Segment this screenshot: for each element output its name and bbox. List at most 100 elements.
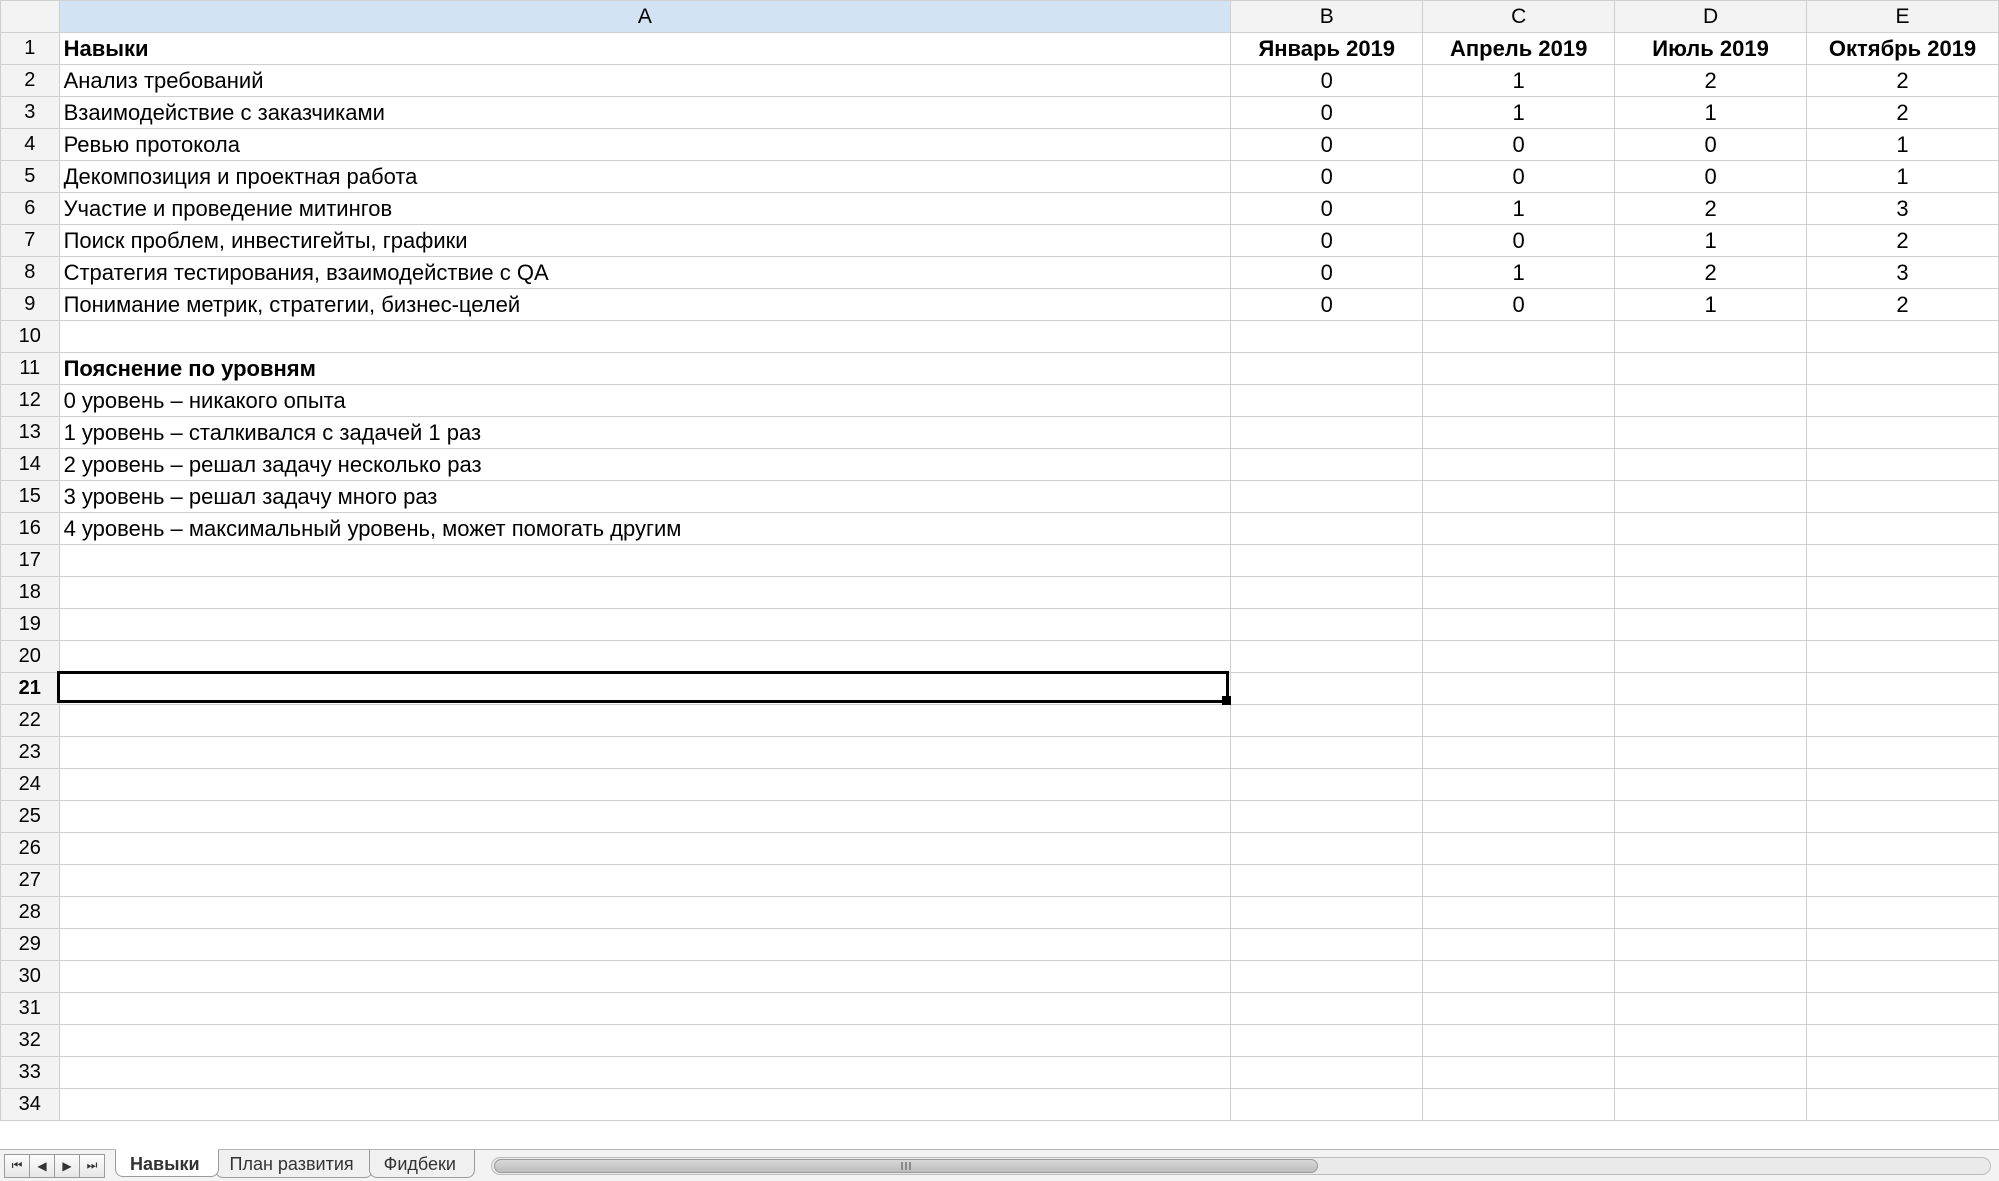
row-header-8[interactable]: 8 (1, 257, 60, 289)
cell-C5[interactable]: 0 (1423, 161, 1615, 193)
cell-A33[interactable] (59, 1057, 1231, 1089)
row-header-14[interactable]: 14 (1, 449, 60, 481)
cell-B5[interactable]: 0 (1231, 161, 1423, 193)
column-header-A[interactable]: A (59, 1, 1231, 33)
cell-E30[interactable] (1807, 961, 1999, 993)
row-header-17[interactable]: 17 (1, 545, 60, 577)
cell-C4[interactable]: 0 (1423, 129, 1615, 161)
cell-D14[interactable] (1615, 449, 1807, 481)
cell-A29[interactable] (59, 929, 1231, 961)
cell-A27[interactable] (59, 865, 1231, 897)
cell-C14[interactable] (1423, 449, 1615, 481)
cell-D22[interactable] (1615, 705, 1807, 737)
cell-A4[interactable]: Ревью протокола (59, 129, 1231, 161)
cell-A28[interactable] (59, 897, 1231, 929)
cell-B33[interactable] (1231, 1057, 1423, 1089)
cell-D15[interactable] (1615, 481, 1807, 513)
cell-D28[interactable] (1615, 897, 1807, 929)
cell-A1[interactable]: Навыки (59, 33, 1231, 65)
cell-B19[interactable] (1231, 609, 1423, 641)
cell-B7[interactable]: 0 (1231, 225, 1423, 257)
cell-B12[interactable] (1231, 385, 1423, 417)
row-header-22[interactable]: 22 (1, 705, 60, 737)
cell-E1[interactable]: Октябрь 2019 (1807, 33, 1999, 65)
cell-D8[interactable]: 2 (1615, 257, 1807, 289)
cell-D2[interactable]: 2 (1615, 65, 1807, 97)
cell-A8[interactable]: Стратегия тестирования, взаимодействие с… (59, 257, 1231, 289)
cell-B6[interactable]: 0 (1231, 193, 1423, 225)
cell-A10[interactable] (59, 321, 1231, 353)
cell-E20[interactable] (1807, 641, 1999, 673)
cell-A5[interactable]: Декомпозиция и проектная работа (59, 161, 1231, 193)
cell-A17[interactable] (59, 545, 1231, 577)
cell-A16[interactable]: 4 уровень – максимальный уровень, может … (59, 513, 1231, 545)
cell-E26[interactable] (1807, 833, 1999, 865)
cell-B25[interactable] (1231, 801, 1423, 833)
cell-E28[interactable] (1807, 897, 1999, 929)
cell-C22[interactable] (1423, 705, 1615, 737)
row-header-1[interactable]: 1 (1, 33, 60, 65)
cell-B27[interactable] (1231, 865, 1423, 897)
row-header-34[interactable]: 34 (1, 1089, 60, 1121)
row-header-32[interactable]: 32 (1, 1025, 60, 1057)
sheet-nav-button-0[interactable]: ⏮ (4, 1154, 30, 1178)
cell-D3[interactable]: 1 (1615, 97, 1807, 129)
cell-C1[interactable]: Апрель 2019 (1423, 33, 1615, 65)
cell-E29[interactable] (1807, 929, 1999, 961)
cell-B31[interactable] (1231, 993, 1423, 1025)
cell-E4[interactable]: 1 (1807, 129, 1999, 161)
cell-E32[interactable] (1807, 1025, 1999, 1057)
cell-B24[interactable] (1231, 769, 1423, 801)
cell-A2[interactable]: Анализ требований (59, 65, 1231, 97)
cell-E17[interactable] (1807, 545, 1999, 577)
sheet-tab-0[interactable]: Навыки (115, 1149, 219, 1177)
row-header-6[interactable]: 6 (1, 193, 60, 225)
cell-A32[interactable] (59, 1025, 1231, 1057)
cell-C33[interactable] (1423, 1057, 1615, 1089)
cell-D19[interactable] (1615, 609, 1807, 641)
cell-E10[interactable] (1807, 321, 1999, 353)
row-header-7[interactable]: 7 (1, 225, 60, 257)
cell-B29[interactable] (1231, 929, 1423, 961)
cell-C8[interactable]: 1 (1423, 257, 1615, 289)
cell-C31[interactable] (1423, 993, 1615, 1025)
cell-D5[interactable]: 0 (1615, 161, 1807, 193)
column-header-E[interactable]: E (1807, 1, 1999, 33)
cell-A20[interactable] (59, 641, 1231, 673)
cell-C16[interactable] (1423, 513, 1615, 545)
cell-D16[interactable] (1615, 513, 1807, 545)
cell-A30[interactable] (59, 961, 1231, 993)
column-header-C[interactable]: C (1423, 1, 1615, 33)
row-header-20[interactable]: 20 (1, 641, 60, 673)
row-header-2[interactable]: 2 (1, 65, 60, 97)
cell-C28[interactable] (1423, 897, 1615, 929)
cell-A22[interactable] (59, 705, 1231, 737)
horizontal-scrollbar-track[interactable] (491, 1157, 1991, 1175)
row-header-23[interactable]: 23 (1, 737, 60, 769)
cell-E15[interactable] (1807, 481, 1999, 513)
cell-C27[interactable] (1423, 865, 1615, 897)
cell-E22[interactable] (1807, 705, 1999, 737)
cell-D25[interactable] (1615, 801, 1807, 833)
cell-B32[interactable] (1231, 1025, 1423, 1057)
cell-B1[interactable]: Январь 2019 (1231, 33, 1423, 65)
cell-A19[interactable] (59, 609, 1231, 641)
cell-A14[interactable]: 2 уровень – решал задачу несколько раз (59, 449, 1231, 481)
cell-A34[interactable] (59, 1089, 1231, 1121)
cell-B23[interactable] (1231, 737, 1423, 769)
cell-C9[interactable]: 0 (1423, 289, 1615, 321)
cell-C21[interactable] (1423, 673, 1615, 705)
cell-B9[interactable]: 0 (1231, 289, 1423, 321)
cell-C3[interactable]: 1 (1423, 97, 1615, 129)
row-header-15[interactable]: 15 (1, 481, 60, 513)
cell-E25[interactable] (1807, 801, 1999, 833)
cell-E24[interactable] (1807, 769, 1999, 801)
cell-D18[interactable] (1615, 577, 1807, 609)
cell-E11[interactable] (1807, 353, 1999, 385)
cell-B11[interactable] (1231, 353, 1423, 385)
cell-B15[interactable] (1231, 481, 1423, 513)
cell-B30[interactable] (1231, 961, 1423, 993)
cell-B20[interactable] (1231, 641, 1423, 673)
row-header-21[interactable]: 21 (1, 673, 60, 705)
cell-A31[interactable] (59, 993, 1231, 1025)
